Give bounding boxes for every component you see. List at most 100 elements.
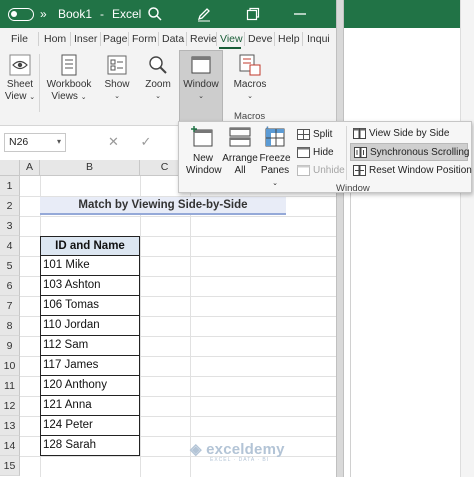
row-header-14[interactable]: 14: [0, 436, 20, 456]
row-header-11[interactable]: 11: [0, 376, 20, 396]
row-header-8[interactable]: 8: [0, 316, 20, 336]
tab-divider: [274, 32, 275, 46]
row-header-5[interactable]: 5: [0, 256, 20, 276]
hide-icon: [297, 147, 310, 158]
workbook-views-icon: [61, 54, 77, 76]
show-icon: [107, 55, 127, 75]
window-divider: [336, 0, 344, 477]
formula-controls: ✕ ✓: [108, 134, 151, 150]
table-cell[interactable]: 110 Jordan: [40, 316, 140, 336]
column-header-b[interactable]: B: [40, 160, 140, 176]
freeze-panes-icon: *: [265, 126, 285, 147]
row-header-4[interactable]: 4: [0, 236, 20, 256]
tab-formulas[interactable]: Form: [132, 32, 157, 46]
view-side-by-side-button[interactable]: View Side by Side: [350, 125, 470, 143]
view-side-by-side-label: View Side by Side: [369, 128, 450, 139]
table-cell[interactable]: 112 Sam: [40, 336, 140, 356]
minimize-icon[interactable]: [292, 6, 308, 22]
tab-review[interactable]: Revie: [190, 32, 217, 46]
tab-developer[interactable]: Deve: [248, 32, 273, 46]
macros-button[interactable]: Macros ⌄: [230, 54, 270, 103]
table-cell[interactable]: 117 James: [40, 356, 140, 376]
workbook-views-button[interactable]: Workbook Views ⌄: [44, 54, 94, 104]
second-window-row-headers: [350, 150, 368, 477]
chevron-down-icon: ⌄: [155, 93, 161, 100]
workbook-name: Book1: [58, 7, 93, 21]
table-cell[interactable]: 121 Anna: [40, 396, 140, 416]
reset-window-position-label: Reset Window Position: [369, 165, 472, 176]
table-cell[interactable]: 106 Tomas: [40, 296, 140, 316]
tab-file[interactable]: File: [11, 32, 28, 46]
split-button[interactable]: Split: [294, 126, 332, 144]
row-header-10[interactable]: 10: [0, 356, 20, 376]
sheet-title-cell[interactable]: Match by Viewing Side-by-Side: [40, 197, 286, 215]
table-cell[interactable]: 124 Peter: [40, 416, 140, 436]
select-all-corner[interactable]: [0, 160, 20, 176]
restore-icon[interactable]: [245, 6, 261, 22]
enter-icon[interactable]: ✓: [141, 134, 152, 149]
tab-view[interactable]: View: [220, 32, 243, 46]
window-group-label: Window: [336, 183, 370, 194]
tab-insert[interactable]: Inser: [74, 32, 97, 46]
tab-divider: [302, 32, 303, 46]
new-window-button[interactable]: New Window: [186, 125, 222, 177]
sheet-view-button[interactable]: Sheet View ⌄: [4, 54, 36, 104]
tab-divider: [244, 32, 245, 46]
watermark-logo-icon: ◈: [190, 441, 202, 458]
column-header-a[interactable]: A: [20, 160, 40, 176]
tab-data[interactable]: Data: [162, 32, 184, 46]
tab-help[interactable]: Help: [278, 32, 300, 46]
arrange-all-label-2: All: [234, 165, 246, 176]
search-icon[interactable]: [147, 6, 163, 22]
workbook-views-label-1: Workbook: [46, 79, 92, 90]
tab-home[interactable]: Hom: [44, 32, 66, 46]
tab-divider: [186, 32, 187, 46]
tab-page-layout[interactable]: Page: [103, 32, 128, 46]
chevron-down-icon: ⌄: [114, 93, 120, 100]
cancel-icon[interactable]: ✕: [108, 134, 119, 149]
row-header-13[interactable]: 13: [0, 416, 20, 436]
tab-divider: [70, 32, 71, 46]
table-cell[interactable]: 101 Mike: [40, 256, 140, 276]
row-header-6[interactable]: 6: [0, 276, 20, 296]
freeze-panes-button[interactable]: * Freeze Panes ⌄: [258, 125, 292, 190]
row-header-2[interactable]: 2: [0, 196, 20, 216]
toolbar-overflow[interactable]: »: [40, 7, 47, 21]
chevron-down-icon: ⌄: [198, 93, 204, 100]
row-header-7[interactable]: 7: [0, 296, 20, 316]
row-header-15[interactable]: 15: [0, 456, 20, 476]
window-icon: [191, 56, 211, 74]
window-button-content[interactable]: Window ⌄: [180, 54, 222, 103]
name-box-value: N26: [9, 136, 29, 148]
reset-window-position-button[interactable]: Reset Window Position: [350, 162, 472, 180]
sheet-view-label-1: Sheet: [6, 79, 34, 90]
row-header-1[interactable]: 1: [0, 176, 20, 196]
unhide-button[interactable]: Unhide: [294, 162, 345, 180]
table-cell[interactable]: 120 Anthony: [40, 376, 140, 396]
hide-button[interactable]: Hide: [294, 144, 334, 162]
name-box[interactable]: N26 ▾: [4, 133, 66, 152]
arrange-all-button[interactable]: Arrange All: [222, 125, 258, 177]
autosave-toggle[interactable]: [8, 8, 34, 21]
table-cell[interactable]: 103 Ashton: [40, 276, 140, 296]
row-header-3[interactable]: 3: [0, 216, 20, 236]
gridline: [20, 216, 336, 217]
exceldemy-watermark: ◈ exceldemy EXCEL · DATA · BI: [190, 440, 285, 463]
table-cell[interactable]: 128 Sarah: [40, 436, 140, 456]
tab-inquire[interactable]: Inqui: [307, 32, 330, 46]
zoom-button[interactable]: Zoom ⌄: [142, 54, 174, 103]
second-window-scrollbar[interactable]: [460, 0, 474, 477]
pen-icon[interactable]: [196, 6, 212, 22]
tab-divider: [38, 32, 39, 46]
table-header-cell[interactable]: ID and Name: [40, 236, 140, 256]
tab-divider: [216, 32, 217, 46]
app-name: Excel: [112, 7, 142, 21]
hide-label: Hide: [313, 147, 334, 158]
synchronous-scrolling-button[interactable]: Synchronous Scrolling: [350, 143, 470, 161]
row-header-9[interactable]: 9: [0, 336, 20, 356]
window-label: Window: [183, 79, 219, 90]
show-button[interactable]: Show ⌄: [100, 54, 134, 103]
unhide-icon: [297, 165, 310, 176]
row-header-12[interactable]: 12: [0, 396, 20, 416]
chevron-down-icon: ⌄: [247, 93, 253, 100]
